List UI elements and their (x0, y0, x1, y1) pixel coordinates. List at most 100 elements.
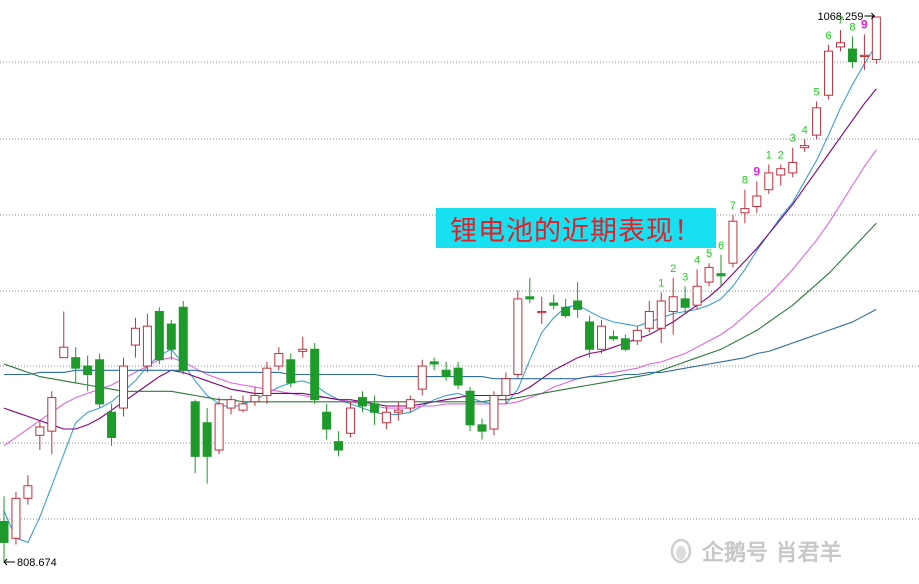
penguin-icon (670, 538, 692, 564)
candle-body (740, 208, 750, 214)
candle-body (142, 325, 152, 367)
candle-body (107, 411, 117, 438)
td-label: 7 (730, 200, 736, 212)
candle-body (190, 401, 200, 457)
candle-body (501, 378, 511, 396)
candle-body (405, 399, 415, 409)
candle-body (680, 298, 690, 308)
candle-body (274, 352, 284, 367)
candle-body (728, 220, 738, 264)
candle-body (95, 359, 105, 405)
candle-body (513, 298, 523, 375)
td-label: 6 (718, 240, 724, 252)
candle-body (776, 168, 786, 176)
candle-body (286, 359, 296, 384)
candle-body (585, 321, 595, 350)
candle-body (764, 172, 774, 191)
td-label: 4 (802, 124, 808, 136)
candle-body (59, 346, 69, 359)
candle-body (573, 300, 583, 310)
candle-body (477, 424, 487, 432)
candle-body (537, 310, 547, 314)
candle-body (250, 394, 260, 403)
candle-body (358, 397, 367, 407)
candle-body (71, 357, 81, 369)
candle-body (429, 361, 439, 365)
watermark-text: 企鹅号 肖君羊 (702, 541, 842, 566)
candle-body (23, 485, 33, 499)
td-label: 5 (814, 87, 820, 99)
td-label: 2 (778, 150, 784, 162)
max-price-label: 1068.259 (817, 11, 863, 23)
candle-body (561, 306, 571, 317)
candle-body (836, 42, 845, 48)
candle-body (788, 161, 798, 174)
candle-body (47, 397, 57, 432)
candle-body (381, 411, 391, 424)
td-label: 5 (706, 248, 712, 260)
candle-body (393, 409, 403, 413)
td-label: 6 (825, 30, 831, 42)
candle-body (668, 296, 678, 312)
candle-body (322, 411, 332, 430)
candle-body (859, 54, 869, 58)
candle-body (656, 300, 666, 329)
td-label: 2 (670, 263, 676, 275)
candle-body (704, 266, 714, 283)
ma-line-0 (3, 44, 877, 544)
candle-body (812, 107, 822, 136)
candle-body (214, 403, 224, 451)
candle-body (130, 327, 140, 346)
candle-body (441, 369, 451, 378)
candle-body (692, 285, 702, 306)
candle-body (310, 348, 320, 401)
candle-body (166, 323, 176, 350)
candle-body (226, 399, 236, 409)
candle-body (608, 336, 618, 340)
candle-body (489, 394, 499, 430)
min-price-label: 808.674 (17, 557, 57, 569)
candle-body (549, 302, 559, 306)
candle-body (871, 16, 881, 61)
candle-body (346, 407, 356, 434)
candle-body (417, 365, 427, 390)
candle-body (369, 403, 379, 413)
candle-body (202, 422, 212, 457)
candle-body (334, 441, 344, 451)
candle-body (716, 273, 726, 277)
td-label: 8 (849, 21, 855, 33)
candle-body (298, 348, 308, 352)
candle-body (824, 50, 834, 96)
candle-body (465, 390, 475, 426)
td-label: 8 (742, 175, 748, 187)
candle-body (35, 426, 45, 436)
candle-body (847, 48, 857, 63)
ma-line-3 (3, 222, 877, 403)
title-banner: 锂电池的近期表现！ (436, 208, 716, 248)
candle-body (0, 520, 9, 543)
td-label: 1 (658, 278, 664, 290)
candle-body (154, 310, 164, 361)
candle-body (632, 329, 642, 342)
candle-body (119, 365, 128, 409)
watermark: 企鹅号 肖君羊 (668, 536, 842, 566)
candle-body (800, 145, 810, 149)
candle-body (262, 367, 272, 396)
candle-body (620, 338, 630, 350)
candlestick-chart: 1234567891 2345678 91068.259808.674 (0, 11, 919, 569)
candle-body (11, 497, 21, 539)
candle-body (453, 367, 463, 386)
candle-body (752, 195, 762, 207)
td-label: 4 (694, 254, 700, 266)
candle-body (238, 403, 248, 411)
candle-body (644, 310, 654, 329)
banner-text: 锂电池的近期表现！ (450, 215, 702, 247)
candle-body (178, 306, 188, 371)
td-label: 3 (790, 133, 796, 145)
candle-body (83, 365, 93, 375)
chart-screenshot: 1 2 3 4 5 6 7 8 9 1 2 3 4 5 6 7 8 9 1068.259 808.674 锂电池的近期… (0, 0, 919, 584)
candle-body (597, 325, 606, 350)
ma-line-2 (3, 88, 877, 430)
td-label: 9 (754, 164, 761, 178)
td-label: 1 (766, 150, 772, 162)
